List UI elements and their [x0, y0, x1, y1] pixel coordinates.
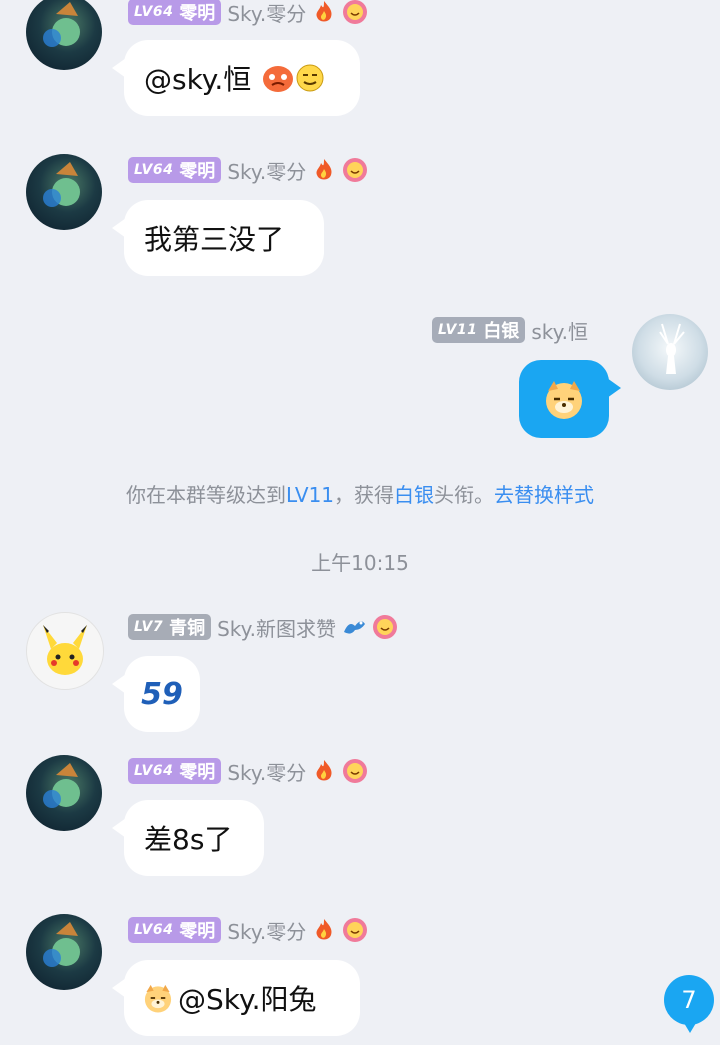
notice-title: 白银 [394, 483, 435, 507]
wizard-avatar-icon [43, 922, 80, 967]
sender-nickname[interactable]: Sky.零分 [227, 757, 306, 786]
sender-meta: LV64 零明 Sky.零分 [128, 0, 368, 26]
level-badge: LV64 零明 [128, 157, 222, 183]
message-bubble[interactable]: 59 [112, 656, 200, 732]
notice-text: 头衔。 [434, 483, 495, 507]
avatar[interactable] [26, 0, 102, 70]
wizard-avatar-icon [43, 162, 80, 207]
message-bubble[interactable]: @Sky.阳兔 [112, 960, 360, 1036]
wizard-avatar-icon [43, 763, 80, 808]
message-text: 59 [141, 676, 183, 712]
sender-meta: LV64 零明 Sky.零分 [128, 916, 368, 944]
avatar[interactable] [26, 755, 102, 831]
angry-face-icon [263, 66, 294, 92]
message-bubble[interactable]: 差8s了 [112, 800, 264, 876]
sender-meta: LV11 白银 sky.恒 [432, 316, 588, 344]
sender-nickname[interactable]: Sky.零分 [227, 0, 306, 27]
smile-flower-icon [343, 918, 368, 942]
change-style-link[interactable]: 去替换样式 [494, 483, 594, 507]
level-badge: LV64 零明 [128, 758, 222, 784]
doge-sticker-icon [546, 381, 582, 419]
notice-text: ，获得 [334, 483, 395, 507]
level-badge: LV11 白银 [432, 317, 526, 343]
level-badge: LV64 零明 [128, 917, 222, 943]
smirk-face-icon [296, 64, 324, 92]
system-notice: 你在本群等级达到LV11，获得白银头衔。去替换样式 [0, 479, 720, 508]
notice-text: 你在本群等级达到 [125, 483, 286, 507]
unread-count: 7 [681, 986, 697, 1014]
smile-flower-icon [343, 0, 368, 24]
timestamp: 上午10:15 [311, 551, 409, 575]
sender-nickname[interactable]: sky.恒 [531, 316, 588, 345]
avatar[interactable] [26, 914, 102, 990]
level-badge: LV64 零明 [128, 0, 222, 25]
sender-meta: LV7 青铜 Sky.新图求赞 [128, 613, 398, 641]
sender-meta: LV64 零明 Sky.零分 [128, 757, 368, 785]
avatar[interactable] [26, 154, 102, 230]
fire-icon [316, 159, 332, 180]
dragon-icon [343, 621, 365, 634]
message-bubble[interactable]: @sky.恒 [112, 40, 360, 116]
notice-level: LV11 [285, 483, 335, 507]
message-text: @sky.恒 [144, 63, 252, 96]
smile-flower-icon [372, 615, 397, 639]
fire-icon [316, 760, 332, 781]
unread-count-button[interactable]: 7 [664, 975, 714, 1033]
message-text: 差8s了 [144, 823, 233, 856]
message-bubble[interactable]: 我第三没了 [112, 200, 324, 276]
message-text: @Sky.阳兔 [178, 983, 317, 1016]
fire-icon [316, 919, 332, 940]
sender-nickname[interactable]: Sky.新图求赞 [217, 613, 336, 642]
sender-meta: LV64 零明 Sky.零分 [128, 156, 368, 184]
wizard-avatar-icon [43, 2, 80, 47]
smile-flower-icon [343, 158, 368, 182]
smile-flower-icon [343, 759, 368, 783]
pikachu-avatar-icon [43, 625, 87, 675]
message-bubble[interactable] [519, 360, 621, 438]
fire-icon [316, 1, 332, 22]
sender-nickname[interactable]: Sky.零分 [227, 916, 306, 945]
message-text: 我第三没了 [144, 223, 285, 256]
avatar[interactable] [632, 314, 708, 390]
level-badge: LV7 青铜 [128, 614, 212, 640]
avatar[interactable] [26, 612, 104, 690]
white-deer-icon [659, 323, 685, 374]
sender-nickname[interactable]: Sky.零分 [227, 156, 306, 185]
doge-sticker-icon [144, 984, 172, 1013]
